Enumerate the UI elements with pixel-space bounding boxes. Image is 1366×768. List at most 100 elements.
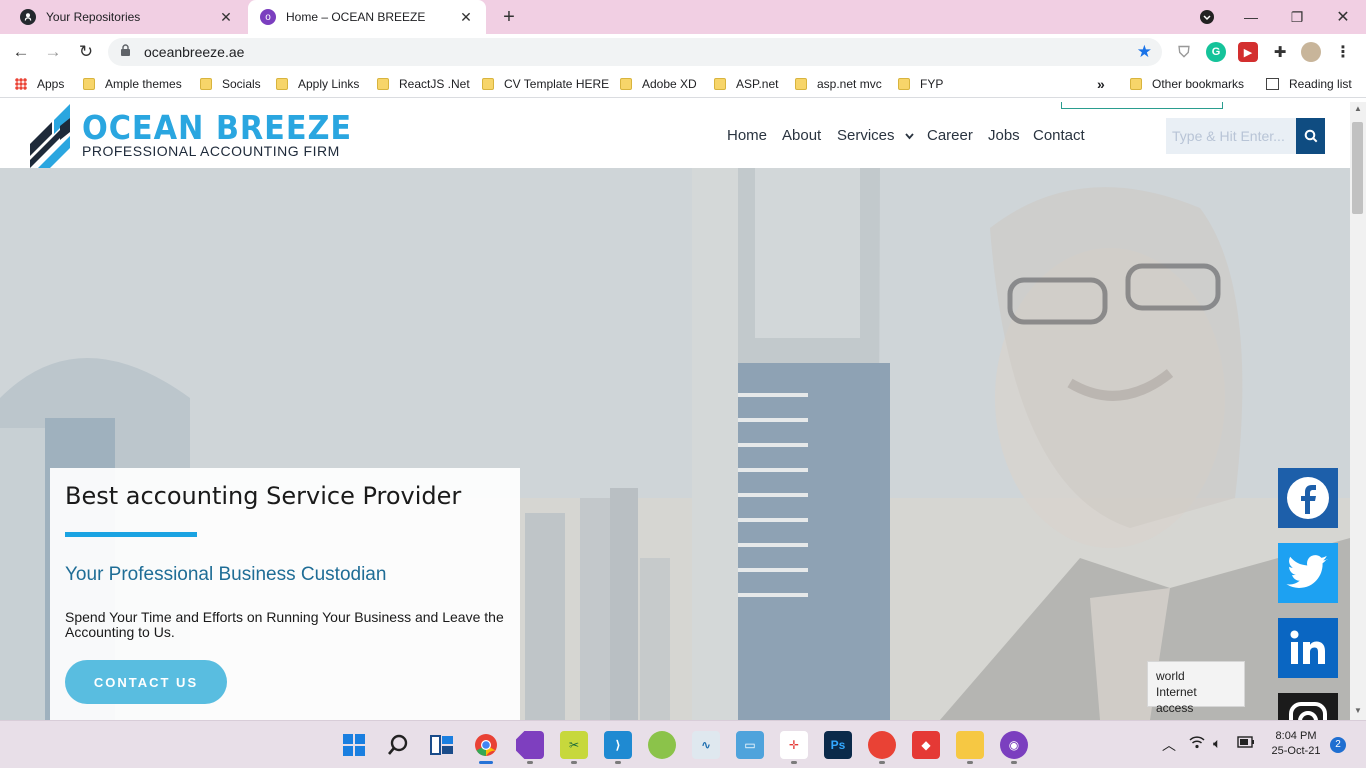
close-tab-icon[interactable]: ✕	[218, 9, 234, 25]
nav-contact[interactable]: Contact	[1033, 127, 1085, 144]
chrome-icon[interactable]	[472, 731, 500, 759]
site-favicon: o	[260, 9, 276, 25]
bookmark-label: ASP.net	[736, 77, 779, 91]
hero-card: Best accounting Service Provider Your Pr…	[50, 468, 520, 720]
search-icon	[1304, 129, 1317, 143]
media-extension-icon[interactable]: ▶	[1238, 42, 1258, 62]
bookmark-label: FYP	[920, 77, 944, 91]
hero-heading: Best accounting Service Provider	[65, 482, 462, 510]
twitter-icon	[1286, 555, 1328, 588]
brand-name[interactable]: OCEAN BREEZE	[82, 108, 352, 147]
nav-about[interactable]: About	[782, 127, 821, 144]
bookmark-folder[interactable]: Ample themes	[83, 76, 182, 92]
bookmark-folder[interactable]: CV Template HERE	[482, 76, 609, 92]
tab-home-ocean-breeze[interactable]: o Home – OCEAN BREEZE ✕	[248, 0, 486, 34]
folder-icon	[714, 78, 726, 90]
tray-overflow-icon[interactable]: ︿	[1162, 735, 1176, 755]
bookmark-folder[interactable]: asp.net mvc	[795, 76, 882, 92]
task-view-icon[interactable]	[428, 731, 456, 759]
reading-list-label: Reading list	[1289, 77, 1352, 91]
screen-tool-icon[interactable]: ✛	[780, 731, 808, 759]
running-indicator	[527, 761, 533, 764]
facebook-button[interactable]	[1278, 468, 1338, 528]
close-tab-icon[interactable]: ✕	[458, 9, 474, 25]
system-clock[interactable]: 8:04 PM 25-Oct-21	[1266, 729, 1326, 759]
snipping-tool-icon[interactable]: ✂	[560, 731, 588, 759]
page-scrollbar[interactable]: ▲ ▼	[1350, 102, 1366, 720]
nav-jobs[interactable]: Jobs	[988, 127, 1020, 144]
desktop-app-icon[interactable]: ▭	[736, 731, 764, 759]
bookmark-star-icon[interactable]: ★	[1137, 42, 1152, 62]
bookmark-folder[interactable]: ReactJS .Net	[377, 76, 470, 92]
vscode-icon[interactable]: ⟩	[604, 731, 632, 759]
tab-search-icon[interactable]	[1184, 0, 1230, 34]
search-button[interactable]	[1296, 118, 1325, 154]
bookmark-label: Ample themes	[105, 77, 182, 91]
new-tab-icon[interactable]: +	[498, 6, 520, 28]
instagram-button[interactable]	[1278, 693, 1338, 720]
contact-us-button[interactable]: CONTACT US	[65, 660, 227, 704]
bookmark-label: Apply Links	[298, 77, 360, 91]
folder-icon	[482, 78, 494, 90]
close-window-icon[interactable]: ✕	[1320, 0, 1366, 34]
tab-your-repositories[interactable]: Your Repositories ✕	[8, 0, 246, 34]
chrome-profile-icon[interactable]	[868, 731, 896, 759]
linkedin-button[interactable]	[1278, 618, 1338, 678]
anydesk-icon[interactable]: ◆	[912, 731, 940, 759]
bookmark-label: CV Template HERE	[504, 77, 610, 91]
visual-studio-icon[interactable]	[516, 731, 544, 759]
back-icon[interactable]: ←	[8, 39, 34, 65]
folder-icon	[1130, 78, 1142, 90]
active-app-indicator	[479, 761, 493, 764]
forward-icon[interactable]: →	[40, 39, 66, 65]
clock-date: 25-Oct-21	[1271, 745, 1321, 757]
bookmarks-overflow-icon[interactable]: »	[1097, 76, 1105, 92]
scrollbar-thumb[interactable]	[1352, 122, 1363, 214]
bookmark-folder[interactable]: Apply Links	[276, 76, 359, 92]
nav-career[interactable]: Career	[927, 127, 973, 144]
chevron-down-icon	[905, 127, 914, 144]
apps-grid-icon	[15, 78, 27, 90]
running-indicator	[791, 761, 797, 764]
twitter-button[interactable]	[1278, 543, 1338, 603]
battery-icon[interactable]	[1237, 735, 1255, 751]
wifi-icon[interactable]	[1189, 735, 1205, 752]
nav-services[interactable]: Services	[837, 127, 914, 144]
folder-icon	[620, 78, 632, 90]
search-icon[interactable]	[384, 731, 412, 759]
extensions-puzzle-icon[interactable]: ✚	[1270, 42, 1290, 62]
bookmark-folder[interactable]: Socials	[200, 76, 261, 92]
github-icon	[20, 9, 36, 25]
file-explorer-icon[interactable]	[956, 731, 984, 759]
windows-start-icon[interactable]	[340, 731, 368, 759]
restore-icon[interactable]: ❐	[1274, 0, 1320, 34]
bookmark-folder[interactable]: ASP.net	[714, 76, 778, 92]
bookmark-other[interactable]: Other bookmarks	[1130, 76, 1244, 92]
photoshop-icon[interactable]: Ps	[824, 731, 852, 759]
nav-home[interactable]: Home	[727, 127, 767, 144]
bookmark-label: ReactJS .Net	[399, 77, 470, 91]
address-bar[interactable]: oceanbreeze.ae ★	[108, 38, 1162, 66]
site-search-input[interactable]: Type & Hit Enter...	[1166, 118, 1296, 154]
scroll-up-icon[interactable]: ▲	[1350, 102, 1366, 116]
profile-avatar[interactable]	[1301, 42, 1321, 62]
reading-list[interactable]: Reading list	[1266, 76, 1352, 92]
chameleon-app-icon[interactable]	[648, 731, 676, 759]
nav-services-label: Services	[837, 127, 895, 144]
monitor-app-icon[interactable]: ∿	[692, 731, 720, 759]
running-indicator	[571, 761, 577, 764]
shield-extension-icon[interactable]: ⛉	[1174, 42, 1194, 62]
bookmark-folder[interactable]: Adobe XD	[620, 76, 697, 92]
scroll-down-icon[interactable]: ▼	[1350, 704, 1366, 718]
lock-icon	[120, 44, 134, 60]
notification-badge[interactable]: 2	[1330, 737, 1346, 753]
grammarly-extension-icon[interactable]: G	[1206, 42, 1226, 62]
bookmark-apps[interactable]: Apps	[15, 76, 64, 92]
volume-icon[interactable]: 🔈︎	[1213, 735, 1221, 752]
reload-icon[interactable]: ↻	[73, 39, 99, 65]
github-desktop-icon[interactable]: ◉	[1000, 731, 1028, 759]
folder-icon	[377, 78, 389, 90]
minimize-icon[interactable]: —	[1228, 0, 1274, 34]
menu-kebab-icon[interactable]: ⋮	[1333, 42, 1353, 62]
bookmark-folder[interactable]: FYP	[898, 76, 943, 92]
